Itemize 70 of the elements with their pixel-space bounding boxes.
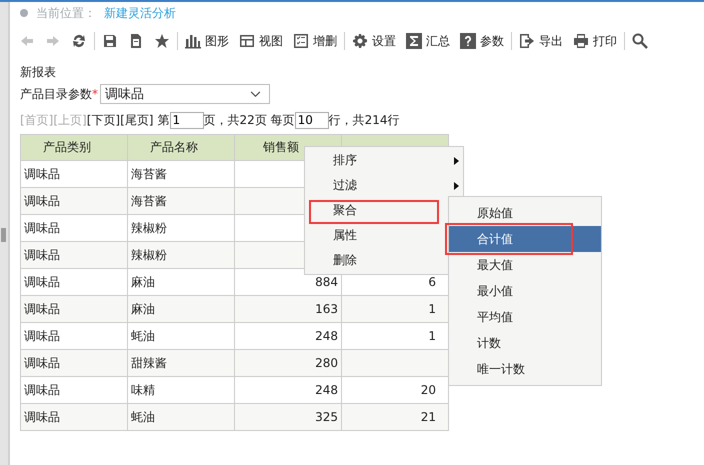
toolbar-button[interactable]: 增删 <box>288 30 342 52</box>
toolbar-button[interactable]: 打印 <box>568 30 622 52</box>
table-cell: 海苔酱 <box>128 188 234 214</box>
table-cell: 调味品 <box>20 376 128 404</box>
pager-link[interactable]: [尾页] <box>120 112 154 128</box>
toolbar-button[interactable]: 参数 <box>455 30 509 52</box>
toolbar-button[interactable]: 导出 <box>514 30 568 52</box>
layout-icon <box>239 33 255 49</box>
menu-item[interactable]: 唯一计数 <box>449 356 601 382</box>
question-icon <box>460 33 476 49</box>
page-input[interactable]: 1 <box>170 112 204 128</box>
toolbar-button[interactable]: 图形 <box>180 30 234 52</box>
printer-icon <box>573 33 589 49</box>
pager-text: 行，共214行 <box>328 112 400 128</box>
pager-link[interactable]: [下页] <box>86 112 120 128</box>
table-cell: 调味品 <box>20 214 128 242</box>
table-cell: 辣椒粉 <box>128 214 234 242</box>
table-cell: 1 <box>342 322 448 350</box>
checklist-icon <box>293 33 309 49</box>
report-title: 新报表 <box>20 64 57 81</box>
table-cell: 麻油 <box>128 268 234 296</box>
table-cell: 甜辣酱 <box>128 350 234 376</box>
table-cell: 调味品 <box>20 404 128 430</box>
table-cell: 蚝油 <box>128 322 234 350</box>
table-cell: 21 <box>342 404 448 430</box>
required-mark: * <box>92 87 98 101</box>
toolbar-button[interactable]: 汇总 <box>401 30 455 52</box>
table-cell: 调味品 <box>20 160 128 188</box>
column-header[interactable]: 产品名称 <box>128 134 234 160</box>
table-cell: 蚝油 <box>128 404 234 430</box>
table-cell: 280 <box>234 350 342 376</box>
table-cell: 麻油 <box>128 296 234 322</box>
table-cell: 248 <box>234 376 342 404</box>
toolbar-button[interactable]: 设置 <box>347 30 401 52</box>
table-cell: 海苔酱 <box>128 160 234 188</box>
category-dropdown[interactable]: 调味品 <box>100 84 270 104</box>
parameter-label: 产品目录参数 <box>20 86 92 102</box>
collapse-handle[interactable] <box>1 228 6 242</box>
submenu-arrow-icon <box>454 182 459 190</box>
pager-text: 第 <box>158 112 170 128</box>
breadcrumb-label: 当前位置： <box>36 4 96 22</box>
table-cell: 调味品 <box>20 296 128 322</box>
bar-chart-icon <box>185 33 201 49</box>
table-cell: 248 <box>234 322 342 350</box>
bullet-icon <box>20 9 28 17</box>
table-cell: 调味品 <box>20 350 128 376</box>
sigma-icon <box>406 33 422 49</box>
menu-item[interactable]: 平均值 <box>449 304 601 330</box>
table-cell: 325 <box>234 404 342 430</box>
submenu-arrow-icon <box>454 156 459 164</box>
export-icon <box>519 33 535 49</box>
pager-text: 页，共22页 每页 <box>204 112 295 128</box>
rows-per-page-input[interactable]: 10 <box>294 112 329 128</box>
menu-item[interactable]: 最小值 <box>449 278 601 304</box>
column-header[interactable]: 产品类别 <box>20 134 128 160</box>
menu-item[interactable]: 计数 <box>449 330 601 356</box>
table-cell: 调味品 <box>20 322 128 350</box>
table-cell: 163 <box>234 296 342 322</box>
menu-item[interactable]: 过滤 <box>305 173 463 198</box>
gear-icon <box>352 33 368 49</box>
toolbar-button[interactable]: 视图 <box>234 30 288 52</box>
table-cell: 调味品 <box>20 268 128 296</box>
table-cell: 20 <box>342 376 448 404</box>
table-cell: 调味品 <box>20 242 128 268</box>
table-cell: 辣椒粉 <box>128 242 234 268</box>
menu-item[interactable]: 最大值 <box>449 252 601 278</box>
table-cell: 味精 <box>128 376 234 404</box>
table-cell: 调味品 <box>20 188 128 214</box>
chevron-down-icon <box>250 90 261 98</box>
table-cell: 1 <box>342 296 448 322</box>
